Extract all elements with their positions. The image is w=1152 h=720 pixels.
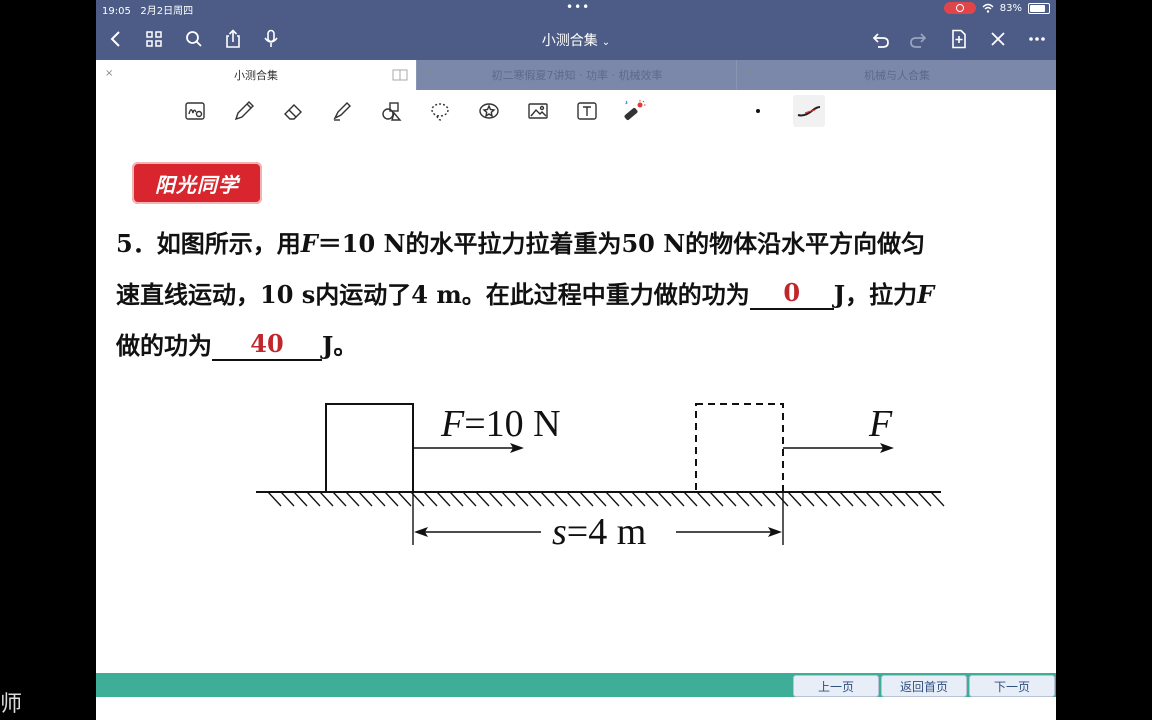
answer-blank-2[interactable]: 40 — [212, 329, 322, 361]
sticker-icon — [479, 103, 499, 119]
question-line-3: 做的功为 40 J。 — [116, 329, 358, 361]
undo-icon — [872, 33, 889, 48]
lasso-text-tool[interactable] — [183, 99, 207, 123]
highlighter-tool[interactable] — [330, 99, 354, 123]
more-button[interactable] — [1025, 27, 1049, 51]
sticker-tool[interactable] — [477, 99, 501, 123]
shapes-icon — [382, 102, 402, 121]
block-final — [695, 403, 784, 493]
drawing-toolbar — [96, 90, 1056, 133]
status-time: 19:05 — [102, 6, 131, 17]
screen-record-icon — [943, 2, 976, 14]
physics-diagram: F=10 N F s=4 m — [256, 403, 945, 553]
stroke-preview-icon — [797, 106, 821, 117]
chevron-down-icon: ⌄ — [601, 37, 611, 48]
image-icon — [528, 103, 548, 119]
image-tool[interactable] — [526, 99, 550, 123]
distance-label: s=4 m — [552, 511, 646, 553]
tab-close-icon[interactable]: × — [426, 68, 434, 79]
battery-icon — [1028, 2, 1050, 14]
answer-blank-1[interactable]: 0 — [749, 278, 834, 310]
more-icon — [1029, 37, 1045, 41]
laser-pointer-icon — [624, 100, 646, 120]
tab-2[interactable]: × 初二寒假夏7讲知 · 功率 · 机械效率 — [416, 60, 737, 90]
question-line-1: 5．如图所示，用F＝10 N的水平拉力拉着重为50 N的物体沿水平方向做匀 — [116, 229, 926, 258]
pen-icon — [234, 101, 254, 121]
textbox-tool[interactable] — [575, 99, 599, 123]
tab-close-icon[interactable]: × — [105, 68, 113, 79]
app-window: 19:05 2月2日周四 ••• 83% 小测合集 ⌄ × 小测合集 × 初二寒… — [96, 0, 1056, 720]
ground-line — [256, 491, 945, 507]
tab-3[interactable]: × 机械与人合集 — [736, 60, 1056, 90]
question-line-2: 速直线运动，10 s内运动了4 m。在此过程中重力做的功为 0 J，拉力F — [116, 278, 935, 310]
page-navigation-bar: 上一页 返回首页 下一页 — [96, 673, 1056, 697]
prev-page-button[interactable]: 上一页 — [793, 675, 879, 697]
lasso-icon — [431, 103, 449, 121]
add-page-button[interactable] — [947, 27, 971, 51]
next-page-button[interactable]: 下一页 — [969, 675, 1055, 697]
close-button[interactable] — [986, 27, 1010, 51]
navigation-bar: 小测合集 ⌄ — [96, 18, 1056, 60]
multitask-dots-icon[interactable]: ••• — [566, 0, 590, 14]
document-page[interactable]: 阳光同学 5．如图所示，用F＝10 N的水平拉力拉着重为50 N的物体沿水平方向… — [96, 132, 1056, 672]
lasso-tool[interactable] — [428, 99, 452, 123]
home-page-button[interactable]: 返回首页 — [881, 675, 967, 697]
split-view-icon[interactable] — [392, 69, 408, 81]
outside-caption-char: 师 — [0, 692, 23, 717]
tab-active[interactable]: × 小测合集 — [96, 60, 416, 90]
shapes-tool[interactable] — [379, 99, 403, 123]
tab-bar: × 小测合集 × 初二寒假夏7讲知 · 功率 · 机械效率 × 机械与人合集 — [96, 60, 1056, 90]
block-initial — [325, 403, 414, 493]
pen-size-dot[interactable] — [746, 99, 770, 123]
lasso-text-icon — [185, 102, 205, 120]
eraser-tool[interactable] — [281, 99, 305, 123]
pen-tool[interactable] — [232, 99, 256, 123]
textbox-icon — [577, 102, 597, 120]
eraser-icon — [284, 104, 302, 120]
undo-button[interactable] — [868, 27, 892, 51]
wifi-icon — [982, 3, 994, 13]
highlighter-icon — [333, 102, 351, 121]
status-date: 2月2日周四 — [140, 6, 194, 17]
battery-percent: 83% — [999, 2, 1022, 14]
force-label-1: F=10 N — [440, 403, 561, 445]
battery-fill — [1030, 4, 1045, 12]
stroke-preview[interactable] — [793, 95, 825, 127]
laser-pointer-tool[interactable] — [622, 99, 646, 123]
status-bar: 19:05 2月2日周四 ••• 83% — [96, 0, 1056, 18]
tab-close-icon[interactable]: × — [746, 68, 754, 79]
redo-button[interactable] — [907, 27, 931, 51]
force-label-2: F — [868, 403, 893, 445]
brand-logo: 阳光同学 — [132, 162, 262, 204]
redo-icon — [910, 33, 927, 48]
add-page-icon — [952, 29, 966, 49]
close-icon — [991, 32, 1005, 46]
